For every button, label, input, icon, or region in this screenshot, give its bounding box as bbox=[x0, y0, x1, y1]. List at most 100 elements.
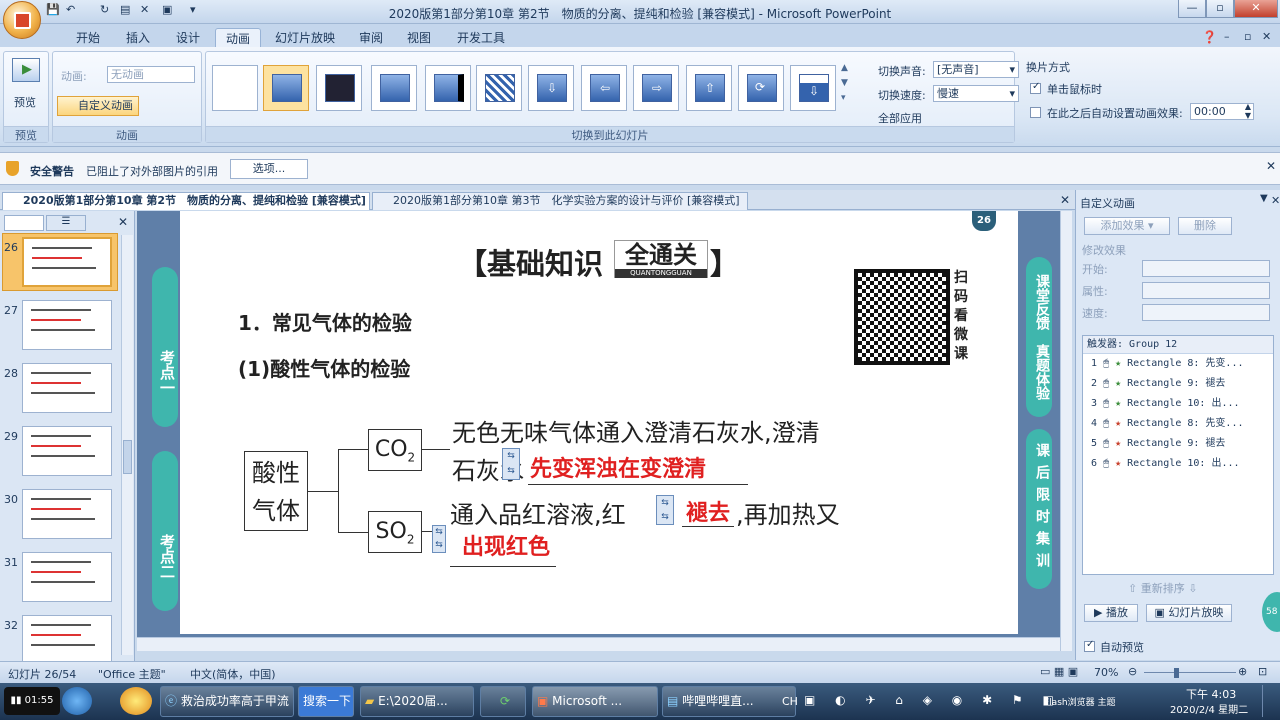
preview-button[interactable]: 预览 bbox=[14, 94, 36, 110]
pill-classroom-feedback[interactable]: 课堂反馈 真题体验 bbox=[1026, 257, 1052, 417]
add-effect-button[interactable]: 添加效果 ▾ bbox=[1084, 217, 1170, 235]
minimize-button[interactable]: — bbox=[1178, 0, 1206, 18]
close-icon[interactable]: ✕ bbox=[118, 215, 128, 229]
clock-date[interactable]: 2020/2/4 星期二 bbox=[1170, 701, 1248, 716]
zoom-out-icon[interactable]: ⊖ bbox=[1128, 665, 1137, 678]
transition-push-down[interactable]: ⇩ bbox=[528, 65, 574, 111]
slide-thumbnail[interactable] bbox=[22, 300, 112, 350]
on-click-checkbox[interactable]: ✓ bbox=[1030, 81, 1041, 94]
recorder-widget[interactable]: ▮▮ 01:55 bbox=[4, 687, 60, 715]
play-button[interactable]: ▶ 播放 bbox=[1084, 604, 1138, 622]
animation-trigger-icon[interactable]: ⇆ ⇆ bbox=[432, 525, 446, 553]
app-icon[interactable] bbox=[120, 687, 152, 715]
slide-thumbnail[interactable] bbox=[22, 363, 112, 413]
save-icon[interactable]: 💾 bbox=[46, 3, 60, 20]
apply-all-button[interactable]: 全部应用 bbox=[862, 110, 952, 126]
doc-tab-active[interactable]: 2020版第1部分第10章 第2节 物质的分离、提纯和检验 [兼容模式] bbox=[2, 192, 370, 210]
doc-minimize-icon[interactable]: – bbox=[1224, 30, 1230, 43]
close-icon[interactable]: ✕ bbox=[1266, 159, 1276, 173]
transition-fade-black[interactable] bbox=[316, 65, 362, 111]
tray-icons[interactable]: ▣ ◐ ✈ ⌂ ◈ ◉ ✱ ⚑ ◧ bbox=[804, 693, 1062, 707]
undo-icon[interactable]: ↶ bbox=[66, 3, 75, 20]
input-language[interactable]: CH bbox=[782, 695, 798, 708]
effect-row[interactable]: 2 🖱 ★ Rectangle 9: 褪去 bbox=[1083, 374, 1273, 394]
effect-row[interactable]: 3 🖱 ★ Rectangle 10: 出... bbox=[1083, 394, 1273, 414]
slide-thumbnail[interactable] bbox=[22, 615, 112, 665]
close-doc-icon[interactable]: ✕ bbox=[140, 3, 149, 20]
fit-window-icon[interactable]: ⊡ bbox=[1258, 665, 1267, 678]
transition-cover-down[interactable]: ⇩ bbox=[790, 65, 836, 111]
slideshow-button[interactable]: ▣ 幻灯片放映 bbox=[1146, 604, 1232, 622]
pane-dropdown-icon[interactable]: ▼ bbox=[1260, 193, 1268, 204]
pill-after-class[interactable]: 课后限时集训 bbox=[1026, 429, 1052, 589]
transition-push-right[interactable]: ⇨ bbox=[633, 65, 679, 111]
security-options-button[interactable]: 选项... bbox=[230, 159, 308, 179]
open-icon[interactable]: ▣ bbox=[162, 3, 172, 20]
slide-thumbnail[interactable] bbox=[22, 489, 112, 539]
start-select[interactable] bbox=[1142, 260, 1270, 277]
clock-time[interactable]: 下午 4:03 bbox=[1186, 686, 1236, 702]
zoom-level[interactable]: 70% bbox=[1094, 666, 1118, 679]
doc-tab-2[interactable]: 2020版第1部分第10章 第3节 化学实验方案的设计与评价 [兼容模式] bbox=[372, 192, 748, 210]
animation-trigger-icon[interactable]: ⇆ ⇆ bbox=[502, 448, 520, 480]
tab-review[interactable]: 审阅 bbox=[349, 28, 393, 48]
transition-dissolve[interactable] bbox=[476, 65, 522, 111]
transition-cut[interactable] bbox=[371, 65, 417, 111]
preview-icon[interactable]: ▶ bbox=[12, 58, 40, 82]
slides-scrollbar[interactable] bbox=[121, 235, 133, 655]
doc-restore-icon[interactable]: ▫ bbox=[1244, 30, 1251, 43]
effect-row[interactable]: 5 🖱 ★ Rectangle 9: 褪去 bbox=[1083, 434, 1273, 454]
tab-animation[interactable]: 动画 bbox=[215, 28, 262, 48]
outline-tab[interactable]: ☰ bbox=[46, 215, 86, 231]
tab-developer[interactable]: 开发工具 bbox=[447, 28, 515, 48]
zoom-slider[interactable] bbox=[1144, 668, 1236, 678]
slide-hscrollbar[interactable] bbox=[137, 637, 1060, 651]
effect-row[interactable]: 1 🖱 ★ Rectangle 8: 先变... bbox=[1083, 354, 1273, 374]
gallery-scroll-icons[interactable]: ▲ ▼ ▾ bbox=[841, 61, 848, 106]
taskbar-bilibili[interactable]: ▤ 哔哩哔哩直... bbox=[662, 686, 796, 717]
taskbar-ie[interactable]: ⓔ 救治成功率高于甲流 bbox=[160, 686, 294, 717]
custom-animation-button[interactable]: 自定义动画 bbox=[57, 96, 139, 116]
office-button[interactable] bbox=[3, 1, 41, 39]
transition-push-left[interactable]: ⇦ bbox=[581, 65, 627, 111]
effect-row[interactable]: 4 🖱 ★ Rectangle 8: 先变... bbox=[1083, 414, 1273, 434]
tab-view[interactable]: 视图 bbox=[397, 28, 441, 48]
animation-trigger-icon[interactable]: ⇆ ⇆ bbox=[656, 495, 674, 525]
close-icon[interactable]: ✕ bbox=[1271, 194, 1280, 207]
tab-home[interactable]: 开始 bbox=[66, 28, 110, 48]
auto-advance-checkbox[interactable] bbox=[1030, 107, 1041, 118]
pill-kaodian-1[interactable]: 考点一 bbox=[152, 267, 178, 427]
speed-select-pane[interactable] bbox=[1142, 304, 1270, 321]
view-buttons[interactable]: ▭ ▦ ▣ bbox=[1040, 665, 1078, 678]
slide-thumbnail[interactable] bbox=[22, 237, 112, 287]
taskbar-explorer[interactable]: ▰ E:\2020届... bbox=[360, 686, 474, 717]
transition-none[interactable] bbox=[212, 65, 258, 111]
effect-row[interactable]: 6 🖱 ★ Rectangle 10: 出... bbox=[1083, 454, 1273, 474]
sound-select[interactable]: [无声音] ▾ bbox=[933, 61, 1019, 78]
property-select[interactable] bbox=[1142, 282, 1270, 299]
maximize-button[interactable]: ▫ bbox=[1206, 0, 1234, 18]
tab-insert[interactable]: 插入 bbox=[116, 28, 160, 48]
speed-select[interactable]: 慢速 ▾ bbox=[933, 85, 1019, 102]
zoom-in-icon[interactable]: ⊕ bbox=[1238, 665, 1247, 678]
autopreview-checkbox[interactable]: ✓ bbox=[1084, 639, 1095, 652]
slide-vscrollbar[interactable] bbox=[1060, 211, 1072, 651]
taskbar-search[interactable]: 搜索一下 bbox=[298, 686, 354, 717]
tab-slideshow[interactable]: 幻灯片放映 bbox=[265, 28, 345, 48]
taskbar-refresh[interactable]: ⟳ bbox=[480, 686, 526, 717]
transition-wheel[interactable]: ⟳ bbox=[738, 65, 784, 111]
transition-push-up[interactable]: ⇧ bbox=[686, 65, 732, 111]
show-desktop-button[interactable] bbox=[1262, 685, 1276, 717]
reorder-control[interactable]: ⇧ 重新排序 ⇩ bbox=[1128, 580, 1197, 596]
redo-icon[interactable]: ↻ bbox=[100, 3, 109, 20]
delete-button[interactable]: 删除 bbox=[1178, 217, 1232, 235]
slide-thumbnail[interactable] bbox=[22, 552, 112, 602]
start-orb-icon[interactable] bbox=[62, 687, 92, 715]
slides-tab[interactable] bbox=[4, 215, 44, 231]
slide-thumbnail[interactable] bbox=[22, 426, 112, 476]
auto-advance-time[interactable]: 00:00 ▲ ▼ bbox=[1190, 102, 1254, 120]
close-button[interactable]: ✕ bbox=[1234, 0, 1278, 18]
doc-close-icon[interactable]: ✕ bbox=[1262, 30, 1271, 43]
pill-kaodian-2[interactable]: 考点二 bbox=[152, 451, 178, 611]
animation-select[interactable]: 无动画 bbox=[107, 66, 195, 83]
